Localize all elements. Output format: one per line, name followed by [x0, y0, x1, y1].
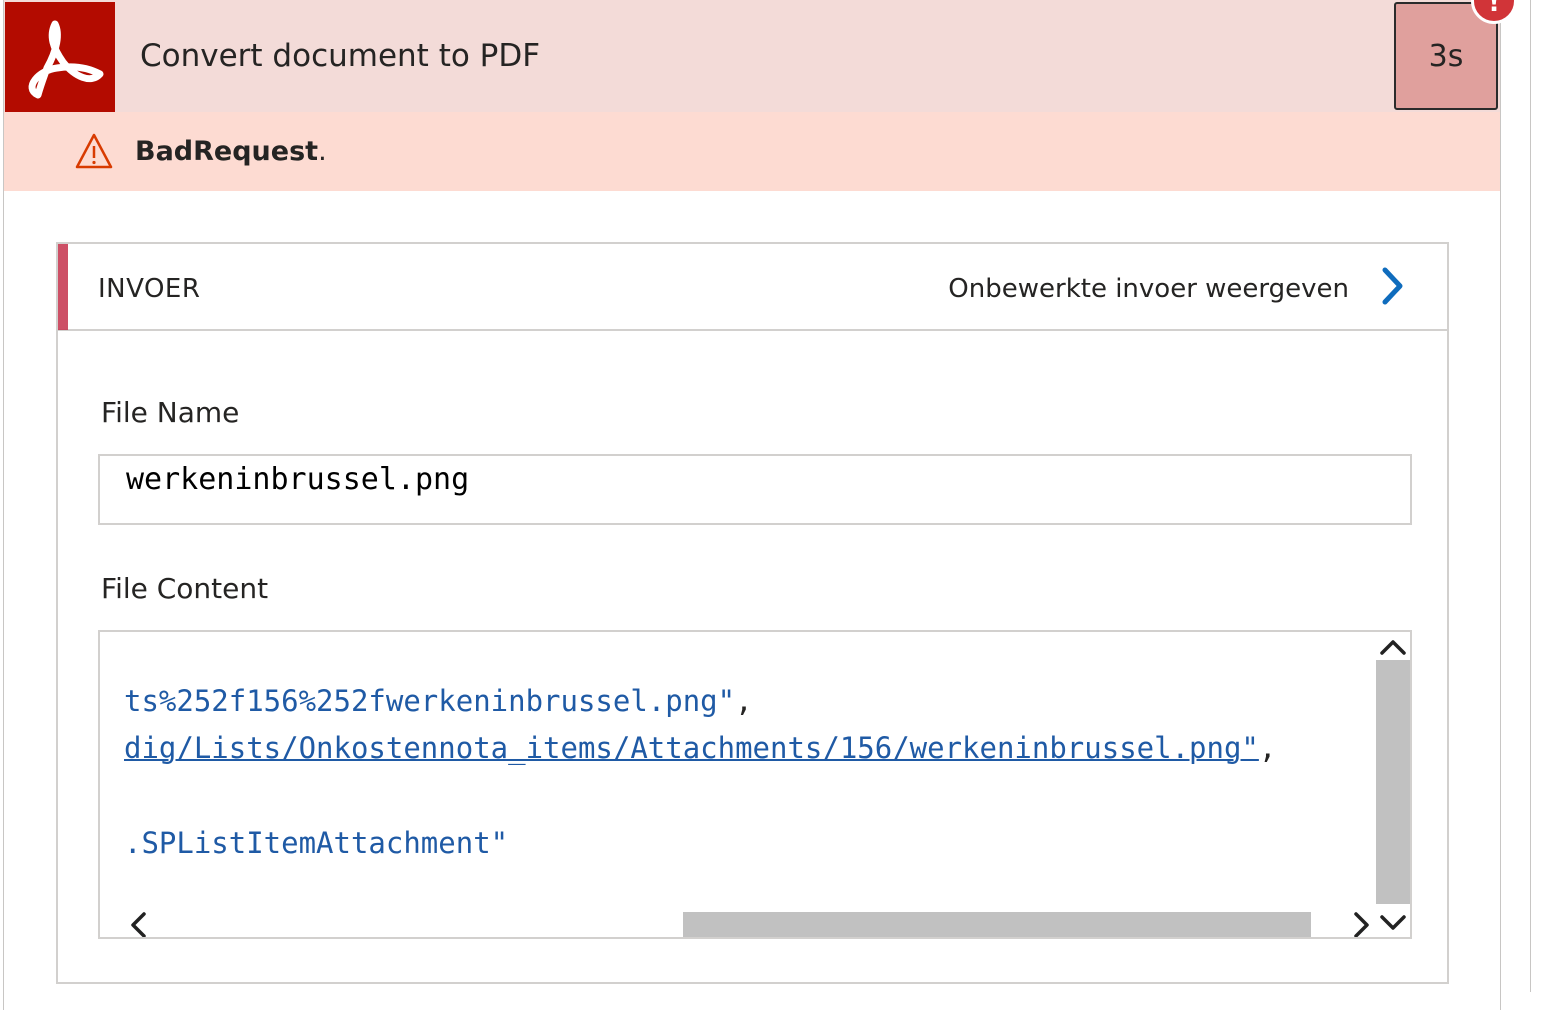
file-content-line-text: ts%252f156%252fwerkeninbrussel.png" — [124, 684, 736, 718]
file-name-value: werkeninbrussel.png — [126, 462, 470, 497]
inputs-section: INVOER Onbewerkte invoer weergeven File … — [56, 242, 1449, 984]
scroll-up-icon[interactable] — [1378, 636, 1408, 658]
adobe-acrobat-icon — [28, 20, 104, 99]
file-content-label: File Content — [101, 572, 269, 605]
scroll-left-icon[interactable] — [128, 910, 150, 939]
file-name-label: File Name — [101, 396, 240, 429]
error-code: BadRequest — [135, 136, 319, 167]
file-content-line-trail: , — [1258, 731, 1277, 765]
warning-icon — [75, 133, 113, 169]
scroll-down-icon[interactable] — [1378, 912, 1408, 934]
file-name-field[interactable]: werkeninbrussel.png — [98, 454, 1412, 525]
error-suffix: . — [318, 136, 327, 167]
scroll-right-icon[interactable] — [1350, 910, 1372, 939]
panel-divider — [1530, 0, 1531, 992]
error-message: BadRequest. — [135, 136, 327, 167]
error-banner: BadRequest. — [4, 112, 1500, 191]
chevron-right-icon[interactable] — [1376, 266, 1406, 306]
inputs-section-header[interactable]: INVOER Onbewerkte invoer weergeven — [58, 244, 1447, 331]
inputs-section-title: INVOER — [98, 274, 201, 304]
horizontal-scrollbar-thumb[interactable] — [683, 912, 1311, 937]
file-content-line: .SPListItemAttachment" — [124, 826, 508, 860]
action-card: Convert document to PDF 3s BadRequest. I… — [3, 0, 1501, 1010]
action-title: Convert document to PDF — [140, 38, 541, 74]
duration-text: 3s — [1428, 38, 1464, 74]
file-content-field[interactable]: ts%252f156%252fwerkeninbrussel.png", dig… — [98, 630, 1412, 939]
file-content-line: ts%252f156%252fwerkeninbrussel.png", — [124, 684, 753, 718]
file-content-line-text: .SPListItemAttachment" — [124, 826, 509, 860]
action-header[interactable]: Convert document to PDF 3s — [4, 0, 1500, 112]
action-logo — [5, 2, 115, 112]
error-accent-bar — [58, 244, 68, 330]
file-content-line-trail: , — [735, 684, 753, 718]
file-content-line-link[interactable]: dig/Lists/Onkostennota_items/Attachments… — [124, 731, 1259, 765]
vertical-scrollbar-thumb[interactable] — [1376, 660, 1410, 904]
show-raw-inputs-link[interactable]: Onbewerkte invoer weergeven — [948, 274, 1349, 304]
file-content-line[interactable]: dig/Lists/Onkostennota_items/Attachments… — [124, 731, 1276, 765]
